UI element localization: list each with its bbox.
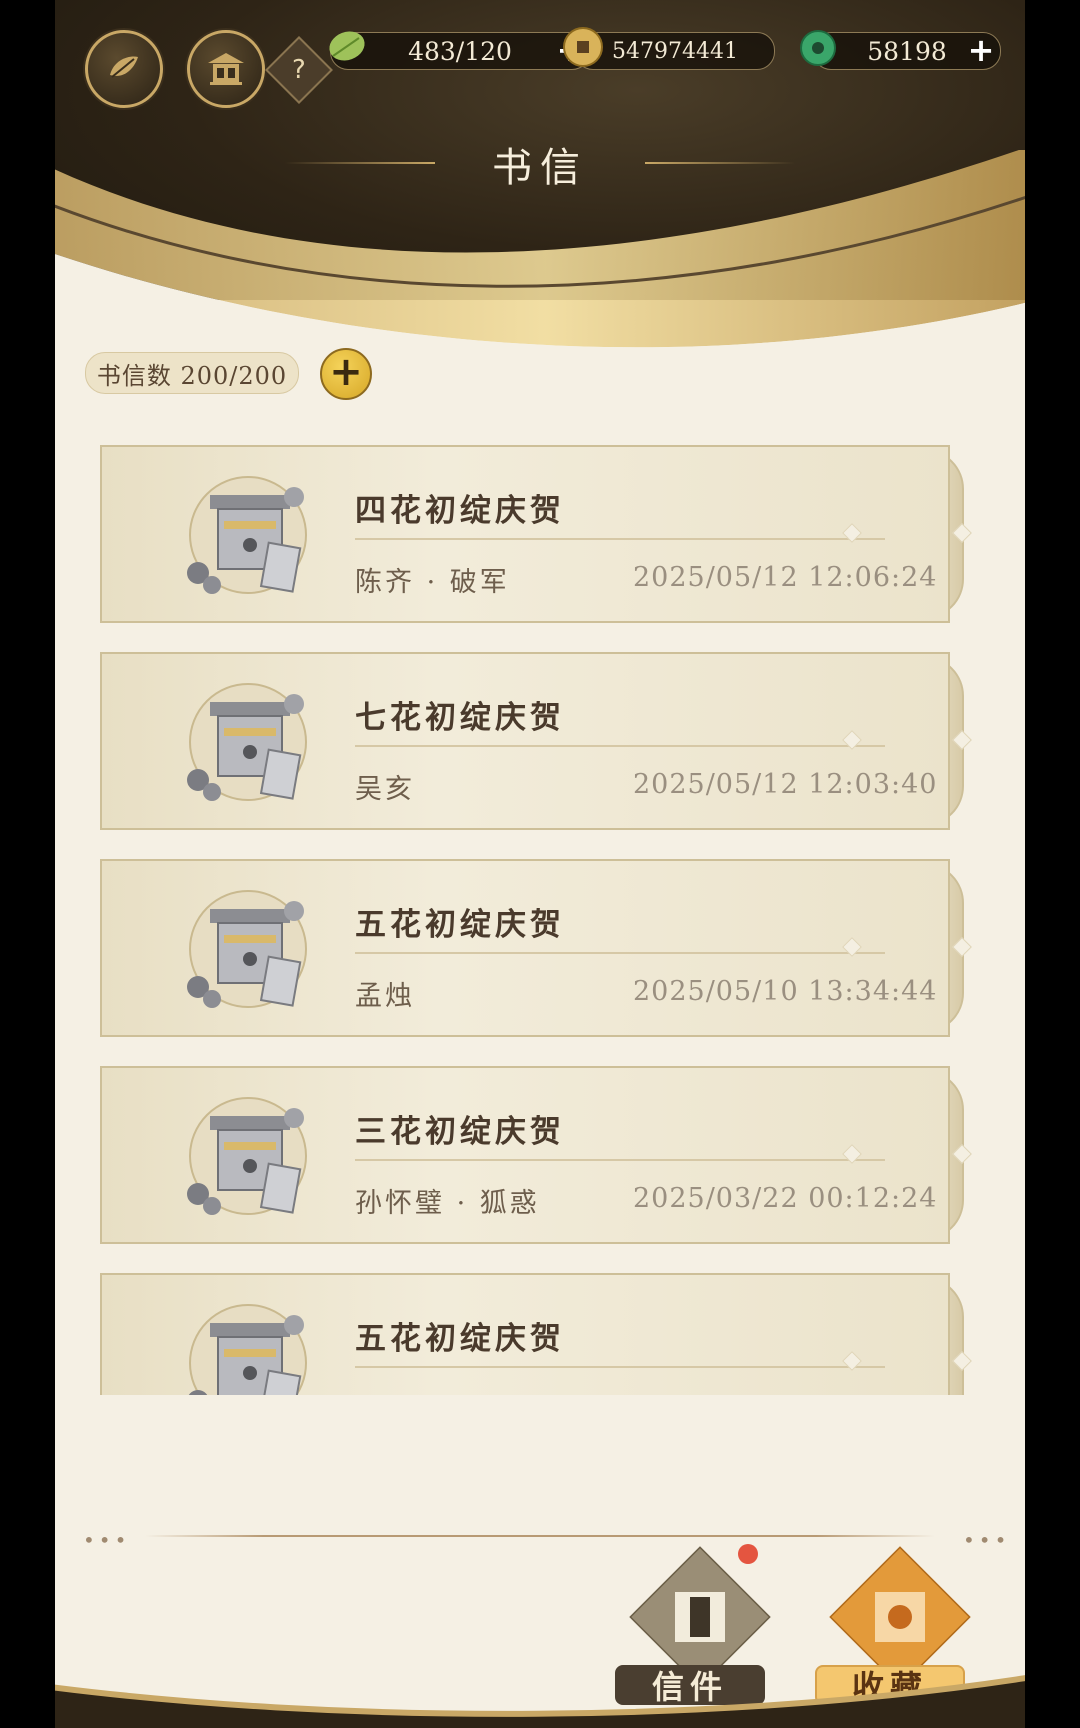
jade-icon bbox=[800, 30, 836, 66]
help-icon: ? bbox=[292, 55, 306, 85]
leaf-icon bbox=[329, 31, 365, 61]
letter-box-icon bbox=[170, 465, 320, 605]
letter-count-add-button[interactable]: + bbox=[320, 348, 372, 400]
letter-box-icon bbox=[170, 1293, 320, 1395]
letter-card[interactable]: 五花初绽庆贺 bbox=[100, 1273, 972, 1395]
resource-jade: 58198 + bbox=[813, 32, 1001, 70]
letter-title: 四花初绽庆贺 bbox=[355, 493, 565, 529]
letters-screen: ? 483/120 + 547974441 58198 + bbox=[55, 0, 1025, 1728]
letter-card[interactable]: 三花初绽庆贺 孙怀璧 · 狐惑 2025/03/22 00:12:24 bbox=[100, 1066, 972, 1244]
letter-sender: 孙怀璧 · 狐惑 bbox=[355, 1188, 540, 1219]
letter-title: 七花初绽庆贺 bbox=[355, 700, 565, 736]
letter-box-icon bbox=[170, 1086, 320, 1226]
letter-divider bbox=[355, 1366, 885, 1368]
bottom-gold-band bbox=[55, 1675, 1025, 1728]
letter-divider bbox=[355, 745, 885, 747]
resource-leaf-value: 483/120 bbox=[408, 36, 512, 66]
pavilion-icon bbox=[208, 53, 244, 85]
letter-time: 2025/05/12 12:03:40 bbox=[633, 769, 938, 800]
jade-plus-button[interactable]: + bbox=[966, 34, 996, 66]
letter-sender: 陈齐 · 破军 bbox=[355, 567, 510, 598]
letter-sender: 孟烛 bbox=[355, 981, 415, 1012]
letter-box-icon bbox=[170, 879, 320, 1019]
letter-divider bbox=[355, 1159, 885, 1161]
divider-dots-left: ••• bbox=[83, 1528, 131, 1552]
letter-divider bbox=[355, 538, 885, 540]
letter-title: 三花初绽庆贺 bbox=[355, 1114, 565, 1150]
letter-card[interactable]: 五花初绽庆贺 孟烛 2025/05/10 13:34:44 bbox=[100, 859, 972, 1037]
bottom-divider bbox=[145, 1535, 935, 1537]
pavilion-button[interactable] bbox=[187, 30, 265, 108]
letter-card[interactable]: 四花初绽庆贺 陈齐 · 破军 2025/05/12 12:06:24 bbox=[100, 445, 972, 623]
letter-divider bbox=[355, 952, 885, 954]
letter-list[interactable]: 四花初绽庆贺 陈齐 · 破军 2025/05/12 12:06:24 七花初绽庆… bbox=[100, 445, 980, 1395]
leaf-emblem-icon bbox=[110, 56, 138, 78]
resource-coin-value: 547974441 bbox=[612, 38, 738, 64]
notification-dot bbox=[738, 1544, 758, 1564]
letter-title: 五花初绽庆贺 bbox=[355, 1321, 565, 1357]
divider-dots-right: ••• bbox=[963, 1528, 1011, 1552]
letter-sender: 吴亥 bbox=[355, 774, 415, 805]
header: ? 483/120 + 547974441 58198 + bbox=[55, 0, 1025, 350]
letter-title: 五花初绽庆贺 bbox=[355, 907, 565, 943]
home-button[interactable] bbox=[85, 30, 163, 108]
letter-time: 2025/05/12 12:06:24 bbox=[633, 562, 938, 593]
letter-count: 书信数 200/200 bbox=[85, 352, 299, 394]
letter-time: 2025/05/10 13:34:44 bbox=[633, 976, 938, 1007]
letter-time: 2025/03/22 00:12:24 bbox=[633, 1183, 938, 1214]
page-title: 书信 bbox=[492, 145, 588, 191]
letter-card[interactable]: 七花初绽庆贺 吴亥 2025/05/12 12:03:40 bbox=[100, 652, 972, 830]
letter-box-icon bbox=[170, 672, 320, 812]
resource-jade-value: 58198 bbox=[867, 36, 947, 66]
coin-icon bbox=[563, 27, 603, 67]
resource-leaf: 483/120 + bbox=[330, 32, 590, 70]
